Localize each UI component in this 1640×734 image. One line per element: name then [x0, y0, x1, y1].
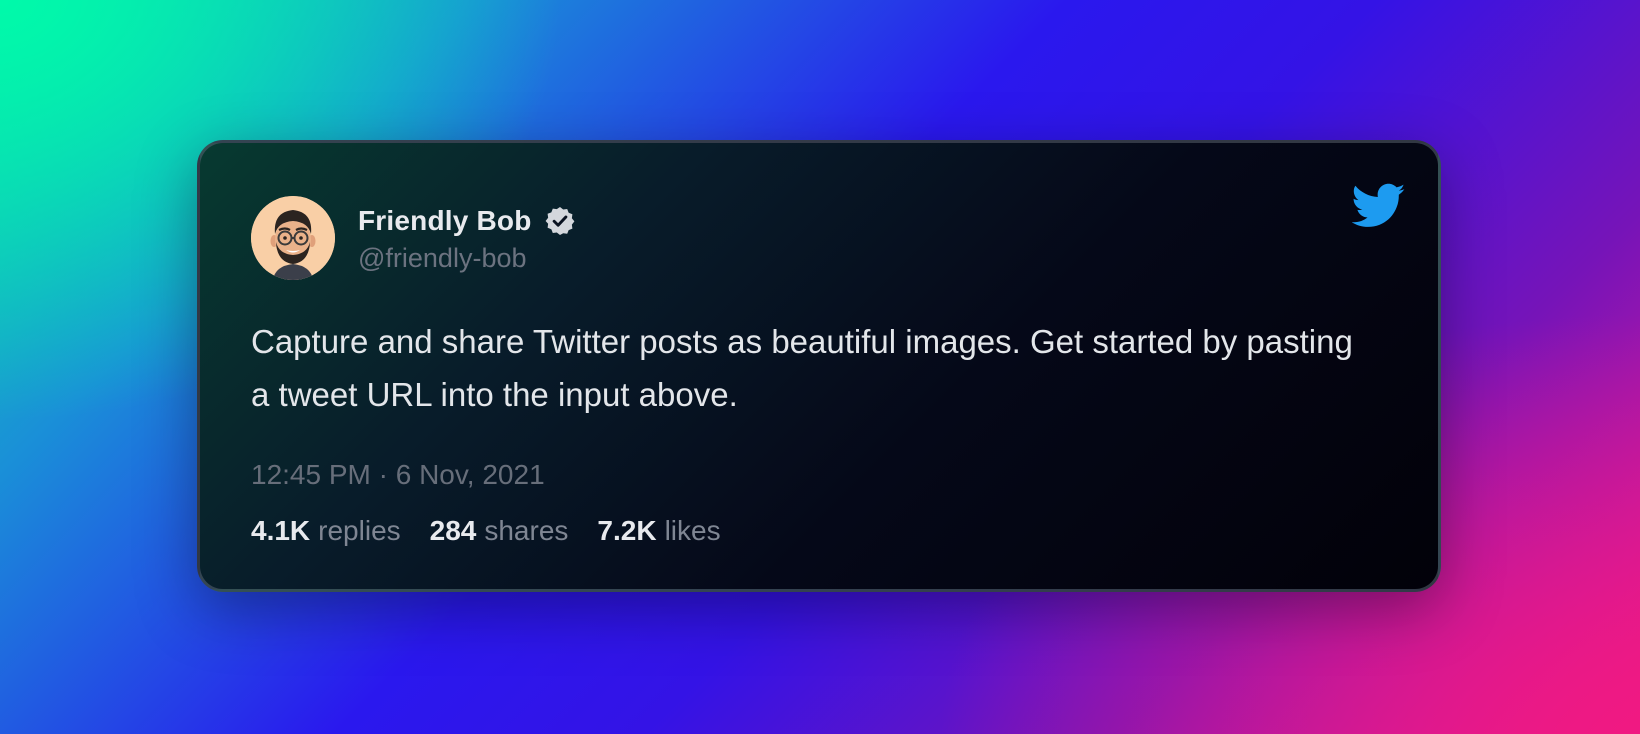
replies-label: replies: [318, 515, 401, 546]
verified-badge-icon: [545, 207, 574, 235]
replies-count: 4.1K: [251, 515, 311, 546]
author-name-row: Friendly Bob: [358, 203, 576, 239]
twitter-bird-icon[interactable]: [1352, 183, 1406, 229]
replies-stat[interactable]: 4.1K replies: [251, 515, 401, 547]
author-display-name[interactable]: Friendly Bob: [358, 205, 532, 237]
likes-stat[interactable]: 7.2K likes: [597, 515, 720, 547]
tweet-text: Capture and share Twitter posts as beaut…: [251, 323, 1353, 413]
author-handle[interactable]: @friendly-bob: [358, 243, 527, 274]
shares-count: 284: [429, 515, 477, 546]
memoji-avatar-icon: [251, 196, 335, 280]
tweet-card: Friendly Bob @friendly-bob Capture and s…: [197, 140, 1441, 592]
shares-stat[interactable]: 284 shares: [430, 515, 569, 547]
avatar[interactable]: [251, 196, 335, 280]
likes-count: 7.2K: [597, 515, 657, 546]
shares-label: shares: [484, 515, 569, 546]
tweet-stats: 4.1K replies 284 shares 7.2K likes: [251, 515, 750, 547]
likes-label: likes: [664, 515, 721, 546]
tweet-timestamp[interactable]: 12:45 PM · 6 Nov, 2021: [251, 459, 545, 491]
